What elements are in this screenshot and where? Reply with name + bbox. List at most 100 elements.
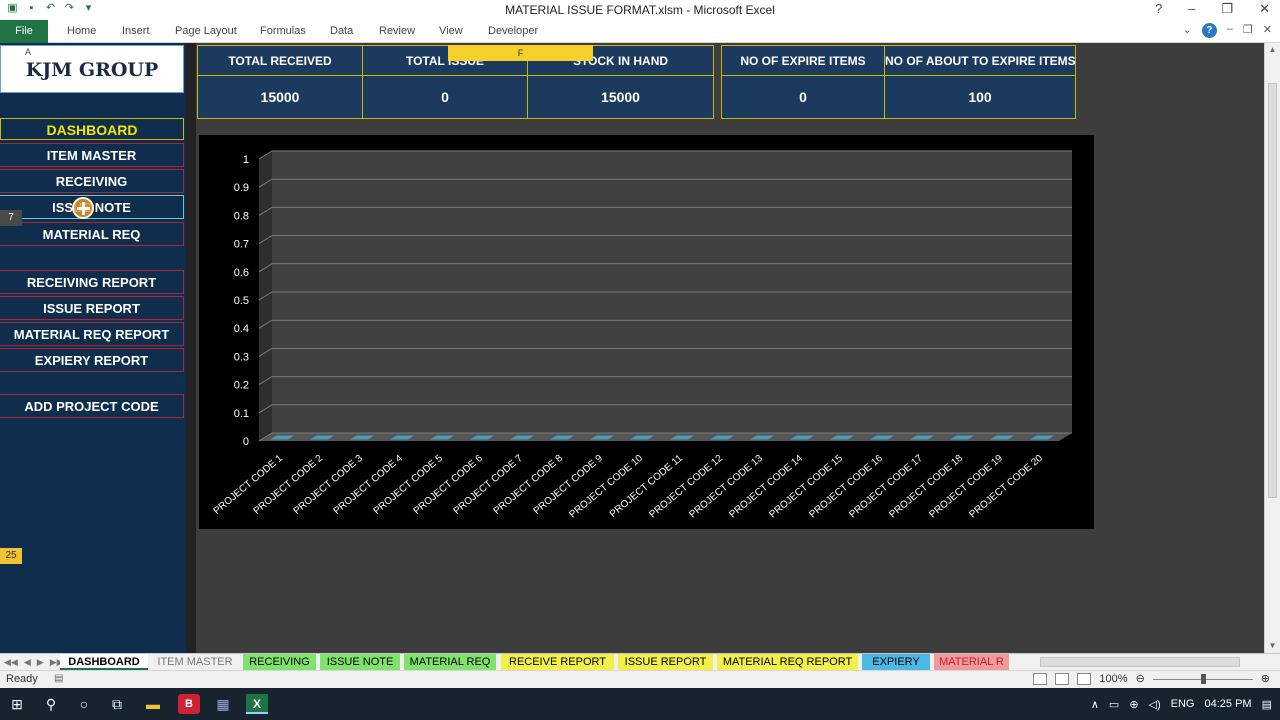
tab-data[interactable]: Data [330, 20, 353, 43]
kpi-group-expiry: NO OF EXPIRE ITEMS 0 NO OF ABOUT TO EXPI… [721, 45, 1076, 119]
workbook-close-icon[interactable]: ✕ [1263, 23, 1272, 38]
macro-record-icon[interactable]: ▤ [54, 673, 63, 684]
tab-home[interactable]: Home [67, 20, 96, 43]
zoom-in-icon[interactable]: ⊕ [1261, 672, 1270, 685]
sheet-tab[interactable]: DASHBOARD [60, 654, 148, 670]
tab-insert[interactable]: Insert [122, 20, 150, 43]
app-b-icon[interactable]: B [178, 694, 200, 714]
add-project-code-button[interactable]: ADD PROJECT CODE [0, 394, 184, 418]
item-master-button[interactable]: ITEM MASTER [0, 143, 184, 167]
language-indicator[interactable]: ENG [1171, 698, 1195, 710]
sheet-tab[interactable]: ISSUE REPORT [618, 654, 713, 670]
zoom-out-icon[interactable]: ⊖ [1136, 672, 1145, 685]
prev-sheet-icon[interactable]: ◀ [24, 654, 31, 670]
tab-developer[interactable]: Developer [488, 20, 538, 43]
sheet-tab[interactable]: EXPIERY [862, 654, 930, 670]
clock[interactable]: 04:25 PM [1205, 698, 1252, 710]
vertical-scrollbar[interactable]: ▲ ▼ [1264, 43, 1280, 653]
cell-tag-highlight: 25 [0, 548, 22, 564]
normal-view-icon[interactable] [1033, 672, 1048, 685]
help-window-icon[interactable]: ? [1155, 1, 1162, 17]
network-icon[interactable]: ⊕ [1129, 698, 1138, 711]
kpi-value: 0 [441, 89, 449, 105]
sheet-tab[interactable]: RECEIVE REPORT [501, 654, 614, 670]
restore-icon[interactable]: ❐ [1221, 1, 1233, 17]
column-tooltip: F [448, 45, 593, 61]
search-icon[interactable]: ⚲ [40, 694, 62, 714]
tray-expand-icon[interactable]: ∧ [1091, 698, 1099, 711]
volume-icon[interactable]: ◁) [1149, 698, 1161, 711]
y-tick-label: 0.4 [234, 323, 249, 335]
tab-page-layout[interactable]: Page Layout [175, 20, 237, 43]
sheet-tab[interactable]: MATERIAL REQ [404, 654, 496, 670]
file-tab[interactable]: File [0, 20, 48, 43]
y-tick-label: 0.2 [234, 380, 249, 392]
workbook-restore-icon[interactable]: ❐ [1243, 23, 1253, 38]
excel-taskbar-icon[interactable]: X [246, 694, 268, 714]
x-tick-label: PROJECT CODE 3 [292, 453, 366, 517]
y-tick-label: 0.5 [234, 295, 249, 307]
page-break-view-icon[interactable] [1077, 672, 1092, 685]
sheet-tab[interactable]: ISSUE NOTE [320, 654, 400, 670]
ribbon-collapse-icon[interactable]: ⌄ [1183, 23, 1192, 38]
sheet-tab[interactable]: RECEIVING [243, 654, 316, 670]
material-req-button[interactable]: MATERIAL REQ [0, 222, 184, 246]
calculator-icon[interactable]: ▦ [212, 694, 234, 714]
x-tick-label: PROJECT CODE 11 [608, 453, 685, 520]
title-bar: ▣ ▪ ↶ ↷ ▾ MATERIAL ISSUE FORMAT.xlsm - M… [0, 0, 1280, 20]
y-tick-label: 0.1 [234, 408, 249, 420]
excel-window: ▣ ▪ ↶ ↷ ▾ MATERIAL ISSUE FORMAT.xlsm - M… [0, 0, 1280, 720]
chart-svg: 0 0.1 0.2 0.3 0.4 0.5 0.6 0.7 0.8 0.9 1 PROJECT COD… [212, 150, 1072, 521]
cell-tag: 7 [0, 210, 22, 226]
y-tick-label: 0.9 [234, 182, 249, 194]
project-code-chart[interactable]: 0 0.1 0.2 0.3 0.4 0.5 0.6 0.7 0.8 0.9 1 PROJECT COD… [199, 135, 1094, 529]
system-tray: ∧ ▭ ⊕ ◁) ENG 04:25 PM ▤ [1091, 688, 1272, 720]
battery-icon[interactable]: ▭ [1109, 698, 1119, 711]
minimize-icon[interactable]: – [1188, 1, 1195, 17]
expiery-report-button[interactable]: EXPIERY REPORT [0, 348, 184, 372]
zoom-slider[interactable] [1152, 673, 1253, 685]
receiving-button[interactable]: RECEIVING [0, 169, 184, 193]
tab-formulas[interactable]: Formulas [260, 20, 306, 43]
y-tick-label: 0.8 [234, 210, 249, 222]
sheet-tab[interactable]: ITEM MASTER [152, 654, 238, 670]
zoom-level[interactable]: 100% [1099, 673, 1127, 685]
material-req-report-button[interactable]: MATERIAL REQ REPORT [0, 322, 184, 346]
x-tick-label: PROJECT CODE 2 [252, 453, 326, 517]
issue-report-button[interactable]: ISSUE REPORT [0, 296, 184, 320]
close-icon[interactable]: ✕ [1259, 1, 1270, 17]
hscroll-thumb[interactable] [1040, 657, 1240, 667]
next-sheet-icon[interactable]: ▶ [37, 654, 44, 670]
help-icon[interactable]: ? [1201, 23, 1217, 38]
start-icon[interactable]: ⊞ [6, 694, 28, 714]
chart-floor [259, 433, 1072, 441]
tab-review[interactable]: Review [379, 20, 415, 43]
x-tick-label: PROJECT CODE 15 [767, 453, 845, 521]
scroll-thumb[interactable] [1268, 83, 1277, 498]
file-explorer-icon[interactable]: ▬ [142, 694, 164, 714]
kpi-expire-items: NO OF EXPIRE ITEMS 0 [722, 46, 885, 118]
x-tick-label: PROJECT CODE 7 [452, 453, 526, 517]
tab-navigation: ◀◀ ◀ ▶ ▶▶ [4, 654, 64, 670]
scroll-down-icon[interactable]: ▼ [1265, 639, 1280, 653]
tab-view[interactable]: View [439, 20, 463, 43]
status-bar: Ready ▤ 100% ⊖ ⊕ [0, 670, 1280, 688]
kpi-label: NO OF EXPIRE ITEMS [722, 46, 884, 76]
horizontal-scrollbar[interactable] [1028, 656, 1258, 668]
x-tick-label: PROJECT CODE 8 [492, 453, 566, 517]
task-view-icon[interactable]: ⧉ [106, 694, 128, 714]
sheet-tab[interactable]: MATERIAL R [934, 654, 1009, 670]
x-tick-label: PROJECT CODE 14 [727, 453, 805, 521]
kpi-about-to-expire: NO OF ABOUT TO EXPIRE ITEMS 100 [885, 46, 1075, 118]
y-tick-label: 0.3 [234, 351, 249, 363]
receiving-report-button[interactable]: RECEIVING REPORT [0, 270, 184, 294]
cortana-icon[interactable]: ○ [73, 694, 95, 714]
page-layout-view-icon[interactable] [1055, 672, 1070, 685]
ribbon-right-controls: ⌄ ? – ❐ ✕ [1183, 23, 1272, 38]
first-sheet-icon[interactable]: ◀◀ [4, 654, 18, 670]
scroll-up-icon[interactable]: ▲ [1265, 43, 1280, 57]
sheet-tab[interactable]: MATERIAL REQ REPORT [717, 654, 858, 670]
notifications-icon[interactable]: ▤ [1262, 698, 1272, 711]
workbook-minimize-icon[interactable]: – [1227, 23, 1233, 38]
dashboard-sidebar: KJM GROUP A DASHBOARD ITEM MASTER RECEIV… [0, 43, 186, 653]
